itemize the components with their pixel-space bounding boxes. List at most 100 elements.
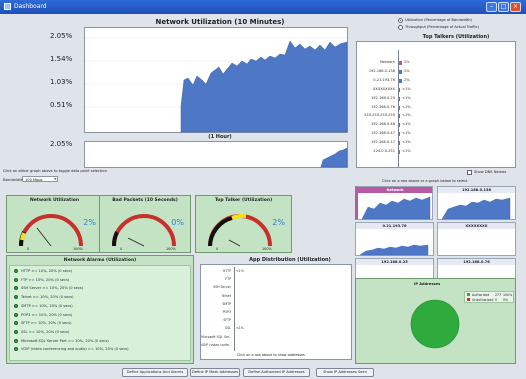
thumbnail-label: 192.168.0.76 — [438, 259, 515, 265]
talker-value: <1% — [402, 149, 411, 153]
talker-thumbnail-graph[interactable]: 192.168.0.136 — [437, 186, 516, 220]
gauge-value: 2% — [83, 218, 96, 227]
alarm-item[interactable]: HTTP >= 10%, 20% (0 secs) — [14, 269, 72, 273]
talker-row[interactable]: Network 2% — [357, 60, 515, 67]
alarm-list[interactable]: HTTP >= 10%, 20% (0 secs) FTP >= 10%, 20%… — [9, 265, 191, 361]
talker-row[interactable]: 192.168.0.136 2% — [357, 69, 515, 76]
bandwidth-select[interactable]: 100 Mbps ▾ — [22, 176, 58, 182]
talker-thumbnail-graph[interactable]: Network — [355, 186, 433, 220]
show-ip-addresses-button[interactable]: Show IP Addresses Seen — [316, 368, 374, 377]
talker-name: XXXXXXXXX — [372, 86, 395, 91]
talker-row[interactable]: XXXXXXXXX <1% — [357, 87, 515, 94]
talker-value: <1% — [402, 86, 411, 91]
gauge-min-label: 0 — [27, 247, 30, 251]
y-tick-label: 2.05% — [50, 140, 73, 148]
close-icon[interactable]: × — [510, 2, 521, 12]
talker-bar — [399, 123, 400, 128]
alarm-item[interactable]: SSH Server >= 10%, 20% (0 secs) — [14, 286, 83, 291]
app-row-name[interactable]: FTP — [225, 277, 231, 281]
talker-row[interactable]: 192.168.0.25 <1% — [357, 96, 515, 103]
app-row-name[interactable]: SSH Server — [213, 285, 231, 289]
chevron-down-icon: ▾ — [54, 177, 56, 181]
app-row-name[interactable]: POP3 — [223, 310, 231, 314]
legend-percent: 100% — [503, 293, 513, 297]
talker-value: 2% — [404, 60, 410, 64]
talker-row[interactable]: 192.168.0.46 <1% — [357, 122, 515, 129]
talker-value: <1% — [402, 95, 411, 100]
gauge-value: 0% — [171, 218, 184, 227]
alarm-item[interactable]: Microsoft SQL Server Port >= 10%, 20% (0… — [14, 338, 109, 343]
app-row-name[interactable]: SMTP — [222, 302, 231, 306]
app-row-name[interactable]: SFTP — [223, 318, 231, 322]
talker-name: Network — [379, 60, 395, 64]
status-ok-icon — [14, 303, 18, 308]
alarm-item[interactable]: SSL >= 10%, 20% (0 secs) — [14, 329, 69, 334]
network-alarms-panel: Network Alarms (Utilization) HTTP >= 10%… — [6, 255, 194, 364]
alarm-item[interactable]: FTP >= 10%, 20% (0 secs) — [14, 277, 69, 282]
define-ip-mask-button[interactable]: Define IP Mask Addresses — [190, 368, 240, 377]
talker-bar — [399, 150, 400, 154]
talker-row[interactable]: 192.168.0.17 <1% — [357, 140, 515, 147]
alarm-item[interactable]: POP3 >= 10%, 20% (0 secs) — [14, 312, 72, 317]
legend-count: 277 — [495, 293, 502, 297]
app-distribution-list[interactable]: HTTP <1% FTP SSH Server Telnet SMTP POP3 SFTP SS… — [200, 264, 352, 360]
talker-bar — [399, 61, 402, 65]
talker-value: <1% — [402, 113, 411, 118]
thumbnail-label: XXXXXXXX — [438, 223, 515, 229]
app-row-name[interactable]: Telnet — [222, 294, 231, 298]
gauge-panel: Network Utilization 2% 0 100% — [6, 195, 103, 253]
ip-pie-chart[interactable] — [410, 299, 460, 349]
talker-value: <1% — [402, 122, 411, 127]
talker-name: 192.168.0.47 — [370, 131, 395, 136]
alarm-label: SFTP >= 10%, 20% (0 secs) — [21, 321, 72, 326]
app-row-name[interactable]: SSL — [225, 326, 231, 330]
talker-row[interactable]: 224.0.0.251 <1% — [357, 149, 515, 156]
app-row-name[interactable]: Microsoft SQL Ser.. — [201, 335, 231, 339]
throughput-radio[interactable] — [398, 25, 403, 30]
top-talkers-list[interactable]: Network 2% 192.168.0.136 2% 0.21.193.76 2% XXX… — [356, 41, 516, 168]
define-authorized-ip-button[interactable]: Define Authorized IP Addresses — [243, 368, 310, 377]
talker-row[interactable]: 192.168.0.76 <1% — [357, 105, 515, 112]
network-alarms-title: Network Alarms (Utilization) — [63, 258, 137, 263]
talker-name: 192.168.0.76 — [370, 104, 395, 109]
thumbnail-plot — [359, 244, 429, 256]
app-hint: Click on a row above to show addresses — [237, 353, 305, 357]
talker-thumbnail-graph[interactable]: XXXXXXXX — [437, 222, 516, 256]
status-ok-icon — [14, 286, 18, 291]
hour-graph[interactable] — [84, 141, 348, 168]
alarm-item[interactable]: SMTP >= 10%, 20% (0 secs) — [14, 303, 73, 308]
gauge-min-label: 0 — [120, 247, 123, 251]
define-applications-button[interactable]: Define Applications And Alarms — [122, 368, 188, 377]
legend-label: Authorized — [472, 293, 490, 297]
app-row-name[interactable]: HTTP — [223, 269, 231, 273]
talker-row[interactable]: 192.168.0.47 <1% — [357, 131, 515, 138]
talker-value: <1% — [402, 131, 411, 136]
alarm-item[interactable]: VOIP (video conferencing and audio) >= 1… — [14, 347, 129, 352]
gauge-title: Top Talker (Utilization) — [214, 198, 273, 203]
throughput-option-label: Throughput (Percentage of Actual Traffic… — [405, 25, 479, 29]
hour-graph-plot — [320, 147, 348, 168]
maximize-icon[interactable]: □ — [498, 2, 509, 12]
utilization-graph[interactable] — [84, 27, 348, 133]
talker-value: 2% — [404, 68, 410, 73]
talker-bar — [399, 78, 402, 83]
app-row-name[interactable]: VOIP (video confe.. — [201, 343, 231, 347]
talker-bar — [399, 114, 400, 119]
utilization-graph-plot — [85, 37, 348, 133]
talker-bar — [399, 141, 400, 146]
talker-thumbnail-graph[interactable]: 0.21.193.76 — [355, 222, 434, 256]
alarm-label: SMTP >= 10%, 20% (0 secs) — [21, 303, 73, 308]
talker-name: 224.0.0.251 — [373, 149, 395, 153]
gauge-panel: Bad Packets (10 Seconds) 0% 0 100% — [99, 195, 191, 253]
utilization-radio[interactable] — [398, 18, 403, 23]
legend-label: Unauthorized — [472, 298, 494, 302]
alarm-item[interactable]: Telnet >= 10%, 20% (0 secs) — [14, 295, 74, 300]
alarm-item[interactable]: SFTP >= 10%, 20% (0 secs) — [14, 321, 72, 326]
utilization-option-label: Utilization (Percentage of Bandwidth) — [405, 18, 473, 22]
talker-row[interactable]: 0.21.193.76 2% — [357, 78, 515, 85]
minimize-icon[interactable]: – — [486, 2, 497, 12]
y-tick-label: 1.03% — [50, 78, 73, 86]
show-dns-checkbox[interactable] — [467, 170, 472, 175]
talker-row[interactable]: 255.255.255.255 <1% — [357, 113, 515, 120]
status-ok-icon — [14, 321, 18, 326]
